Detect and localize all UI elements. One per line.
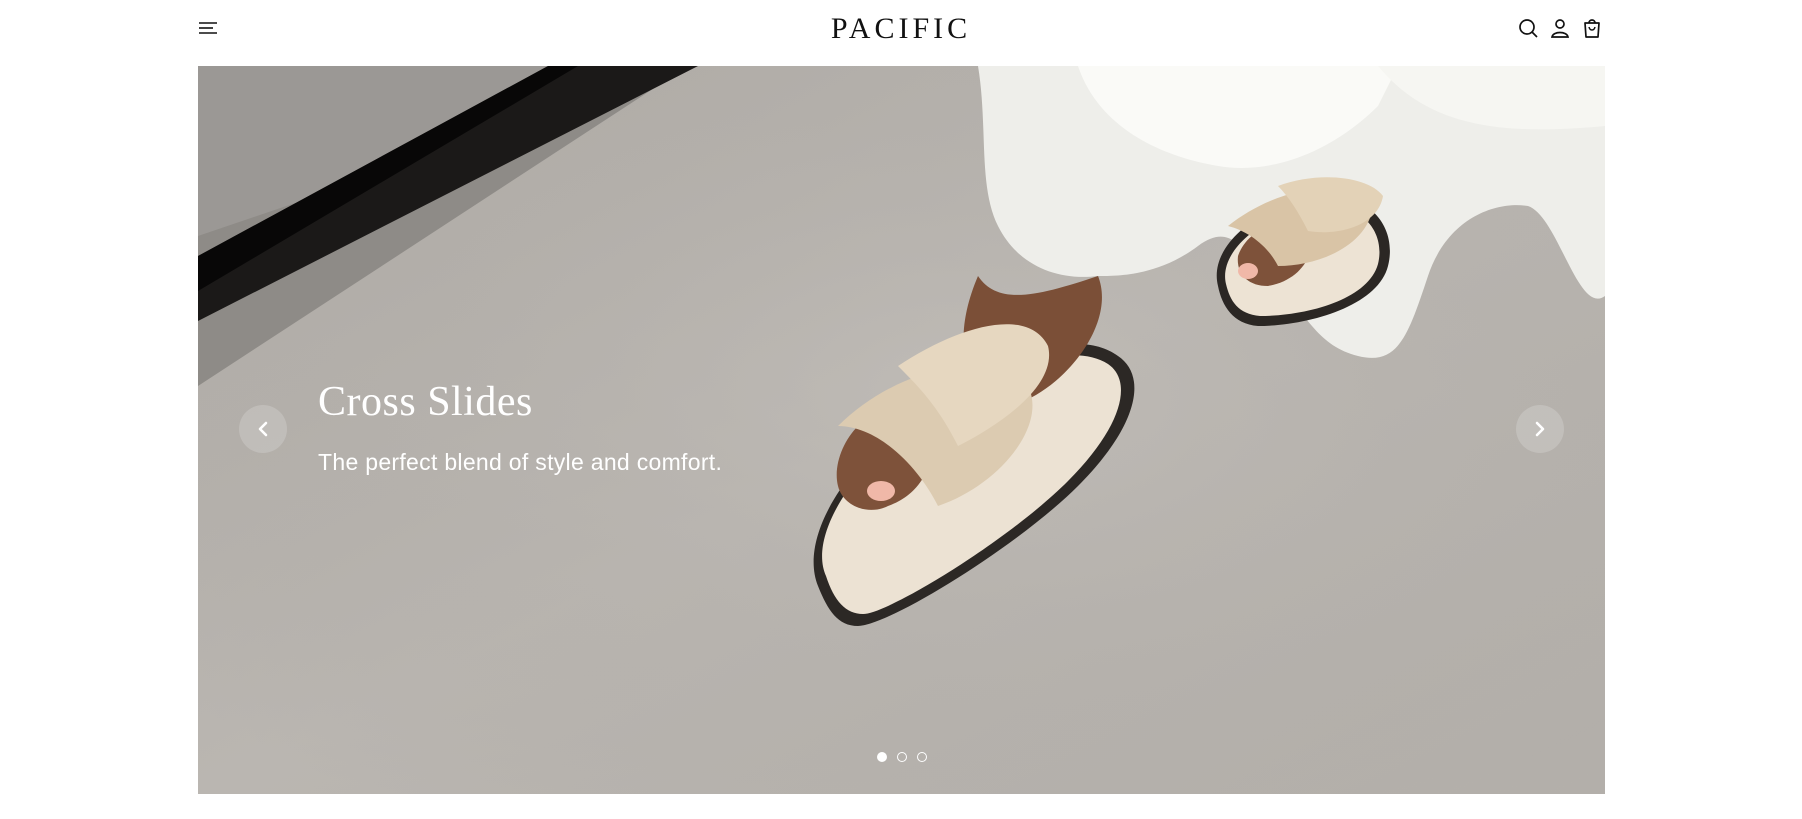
cart-button[interactable] — [1580, 16, 1604, 40]
account-icon — [1550, 19, 1570, 38]
cart-icon — [1584, 19, 1600, 38]
hero-subtitle: The perfect blend of style and comfort. — [318, 449, 723, 475]
next-slide-button[interactable] — [1516, 405, 1564, 453]
account-button[interactable] — [1548, 16, 1572, 40]
logo-text: PACIFIC — [830, 12, 972, 45]
hero-slider: Cross Slides The perfect blend of style … — [198, 66, 1605, 794]
search-button[interactable] — [1516, 16, 1540, 40]
search-icon — [1519, 19, 1538, 38]
chevron-right-icon — [1535, 421, 1545, 437]
hero-title: Cross Slides — [318, 379, 533, 425]
slide-dot-2[interactable] — [896, 752, 907, 762]
slide-dot-1[interactable] — [876, 752, 887, 762]
chevron-left-icon — [258, 421, 268, 437]
slide-indicators — [198, 752, 1605, 762]
slide-dot-3[interactable] — [916, 752, 927, 762]
site-header: PACIFIC — [0, 0, 1802, 66]
hero-caption: Cross Slides The perfect blend of style … — [318, 376, 722, 476]
header-actions — [1516, 16, 1604, 40]
previous-slide-button[interactable] — [239, 405, 287, 453]
